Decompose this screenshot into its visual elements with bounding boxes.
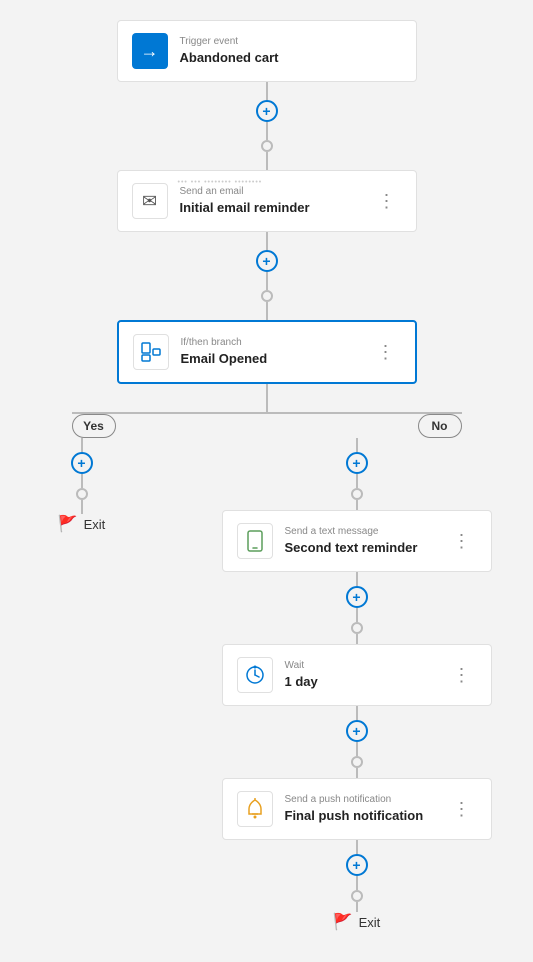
line-2c xyxy=(266,302,268,320)
no-dot-1 xyxy=(351,488,363,500)
no-line-4 xyxy=(356,572,358,586)
no-label: No xyxy=(418,414,462,438)
email-title: Initial email reminder xyxy=(180,200,310,215)
no-line-10 xyxy=(356,840,358,854)
yes-add-button[interactable]: + xyxy=(71,452,93,474)
no-exit-flag: 🚩 xyxy=(333,912,353,932)
no-line-7 xyxy=(356,706,358,720)
email-text: Send an email Initial email reminder xyxy=(180,186,372,217)
branch-labels-row: Yes No xyxy=(22,414,512,438)
wait-menu[interactable]: ⋮ xyxy=(447,664,477,686)
branch-label: If/then branch xyxy=(181,337,371,348)
line-1a xyxy=(266,82,268,100)
add-button-1[interactable]: + xyxy=(256,100,278,122)
yes-branch-top: Yes xyxy=(72,414,116,438)
trigger-label: Trigger event xyxy=(180,36,402,47)
no-line-8 xyxy=(356,742,358,756)
no-branch-top: No xyxy=(418,414,462,438)
email-label: Send an email xyxy=(180,186,372,197)
branch-top-line xyxy=(266,384,268,414)
no-add-button-2[interactable]: + xyxy=(346,586,368,608)
no-exit-node: 🚩 Exit xyxy=(333,912,381,932)
email-watermark: ••• ••• •••••••• •••••••• xyxy=(178,179,263,186)
line-1c xyxy=(266,152,268,170)
no-line-11 xyxy=(356,876,358,890)
no-dot-3 xyxy=(351,756,363,768)
dot-1 xyxy=(261,140,273,152)
push-menu[interactable]: ⋮ xyxy=(447,798,477,820)
email-icon: ✉ xyxy=(132,183,168,219)
no-column: + Send a text message Second text remind… xyxy=(212,438,502,932)
no-add-button-4[interactable]: + xyxy=(346,854,368,876)
no-line-1 xyxy=(356,438,358,452)
trigger-title: Abandoned cart xyxy=(180,50,279,65)
trigger-card[interactable]: → Trigger event Abandoned cart xyxy=(117,20,417,82)
push-card[interactable]: Send a push notification Final push noti… xyxy=(222,778,492,840)
line-2b xyxy=(266,272,268,290)
branch-menu[interactable]: ⋮ xyxy=(371,341,401,363)
branch-columns: + 🚩 Exit + xyxy=(22,438,512,932)
text-label: Send a text message xyxy=(285,526,447,537)
flow-canvas: → Trigger event Abandoned cart + ••• •••… xyxy=(0,0,533,962)
no-line-5 xyxy=(356,608,358,622)
no-line-9 xyxy=(356,768,358,778)
email-card[interactable]: ••• ••• •••••••• •••••••• ✉ Send an emai… xyxy=(117,170,417,232)
push-title: Final push notification xyxy=(285,808,424,823)
wait-icon xyxy=(237,657,273,693)
no-line-3 xyxy=(356,500,358,510)
no-dot-4 xyxy=(351,890,363,902)
yes-line-2 xyxy=(81,474,83,488)
branch-text: If/then branch Email Opened xyxy=(181,337,371,368)
yes-exit-label: Exit xyxy=(84,517,106,532)
yes-line-1 xyxy=(81,438,83,452)
wait-title: 1 day xyxy=(285,674,318,689)
no-line-2 xyxy=(356,474,358,488)
phone-icon xyxy=(237,523,273,559)
no-add-button[interactable]: + xyxy=(346,452,368,474)
text-card[interactable]: Send a text message Second text reminder… xyxy=(222,510,492,572)
line-1b xyxy=(266,122,268,140)
push-label: Send a push notification xyxy=(285,794,447,805)
wait-card[interactable]: Wait 1 day ⋮ xyxy=(222,644,492,706)
yes-column: + 🚩 Exit xyxy=(22,438,142,534)
connector-1: + xyxy=(256,82,278,170)
connector-2: + xyxy=(256,232,278,320)
push-card-text: Send a push notification Final push noti… xyxy=(285,794,447,825)
no-dot-2 xyxy=(351,622,363,634)
no-add-button-3[interactable]: + xyxy=(346,720,368,742)
branch-icon xyxy=(133,334,169,370)
push-icon xyxy=(237,791,273,827)
no-line-6 xyxy=(356,634,358,644)
text-card-text: Send a text message Second text reminder xyxy=(285,526,447,557)
yes-exit-flag: 🚩 xyxy=(58,514,78,534)
dot-2 xyxy=(261,290,273,302)
add-button-2[interactable]: + xyxy=(256,250,278,272)
email-menu[interactable]: ⋮ xyxy=(372,190,402,212)
text-menu[interactable]: ⋮ xyxy=(447,530,477,552)
trigger-icon: → xyxy=(132,33,168,69)
no-line-12 xyxy=(356,902,358,912)
yes-dot xyxy=(76,488,88,500)
wait-card-text: Wait 1 day xyxy=(285,660,447,691)
branch-card[interactable]: If/then branch Email Opened ⋮ xyxy=(117,320,417,384)
wait-label: Wait xyxy=(285,660,447,671)
text-title: Second text reminder xyxy=(285,540,418,555)
no-exit-label: Exit xyxy=(359,915,381,930)
yes-label: Yes xyxy=(72,414,116,438)
trigger-text: Trigger event Abandoned cart xyxy=(180,36,402,67)
yes-exit-node: 🚩 Exit xyxy=(58,514,106,534)
branch-title: Email Opened xyxy=(181,351,268,366)
branch-top-connector xyxy=(22,384,512,414)
yes-line-3 xyxy=(81,500,83,514)
line-2a xyxy=(266,232,268,250)
